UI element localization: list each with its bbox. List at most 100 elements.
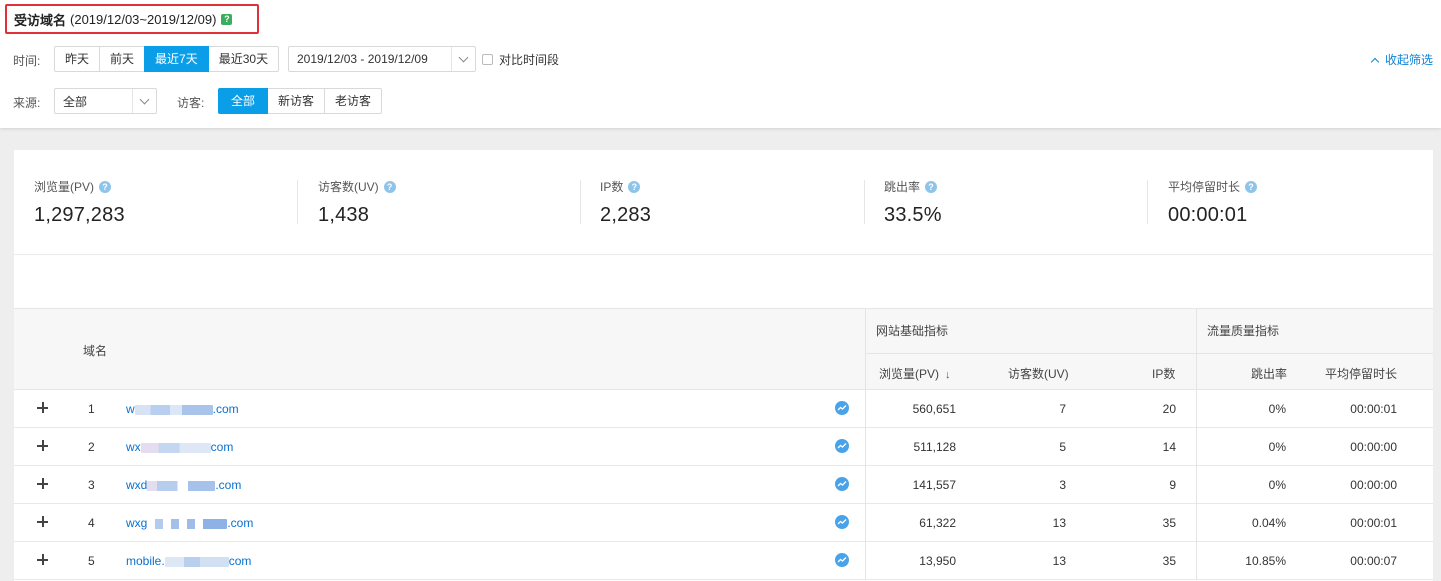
source-value: 全部 <box>63 94 88 109</box>
domain-link[interactable]: wx com <box>126 428 233 466</box>
ip-value: 20 <box>1162 402 1176 416</box>
help-icon[interactable]: ? <box>383 180 396 193</box>
source-label: 来源: <box>13 96 41 110</box>
ip-value: 14 <box>1162 440 1176 454</box>
kpi-bounce: 跳出率? 33.5% <box>884 178 942 228</box>
kpi-divider <box>1147 180 1148 224</box>
kpi-divider <box>580 180 581 224</box>
kpi-ip: IP数? 2,283 <box>600 178 651 228</box>
expand-icon[interactable] <box>37 402 48 413</box>
page-date-range: (2019/12/03~2019/12/09) <box>70 11 217 27</box>
col-domain: 域名 <box>83 344 108 358</box>
page-title-box: 受访域名 (2019/12/03~2019/12/09) ? <box>5 4 259 34</box>
expand-icon[interactable] <box>37 440 48 451</box>
table-row: 1 w .com 560,651 7 20 0% 00:00:01 <box>14 390 1433 428</box>
domain-link[interactable]: wxg .com <box>126 504 253 542</box>
date-range-picker[interactable]: 2019/12/03 - 2019/12/09 <box>288 46 476 72</box>
pv-value: 560,651 <box>912 402 956 416</box>
table-row: 4 wxg .com 61,322 13 35 0.04% 00:00:01 <box>14 504 1433 542</box>
trend-chart-icon[interactable] <box>835 477 849 491</box>
kpi-avg-time-value: 00:00:01 <box>1168 204 1248 226</box>
expand-icon[interactable] <box>37 516 48 527</box>
filter-panel: 受访域名 (2019/12/03~2019/12/09) ? 时间: 昨天 前天… <box>0 0 1441 128</box>
uv-value: 13 <box>1052 516 1066 530</box>
time-label: 时间: <box>13 54 41 68</box>
sort-desc-icon[interactable]: ↓ <box>945 369 951 381</box>
visitor-label: 访客: <box>177 96 205 110</box>
kpi-avg-time: 平均停留时长? 00:00:01 <box>1168 178 1258 228</box>
visitor-returning-button[interactable]: 老访客 <box>324 88 383 114</box>
bounce-value: 10.85% <box>1245 554 1286 568</box>
pv-value: 61,322 <box>919 516 956 530</box>
bounce-value: 0.04% <box>1251 516 1286 530</box>
col-uv[interactable]: 访客数(UV) <box>1008 365 1069 382</box>
pv-value: 13,950 <box>919 554 956 568</box>
uv-value: 3 <box>1059 478 1066 492</box>
kpi-divider <box>864 180 865 224</box>
trend-chart-icon[interactable] <box>835 439 849 453</box>
expand-icon[interactable] <box>37 554 48 565</box>
help-icon[interactable]: ? <box>1245 180 1258 193</box>
visitor-all-button[interactable]: 全部 <box>218 88 269 114</box>
group-basic-metrics: 网站基础指标 <box>876 324 949 338</box>
time-range-selector: 昨天 前天 最近7天 最近30天 <box>54 46 280 72</box>
time-day-before-button[interactable]: 前天 <box>99 46 146 72</box>
ip-value: 35 <box>1162 554 1176 568</box>
domain-table: 域名 网站基础指标 流量质量指标 浏览量(PV) ↓ 访客数(UV) IP数 跳出… <box>14 308 1433 580</box>
uv-value: 13 <box>1052 554 1066 568</box>
uv-value: 7 <box>1059 402 1066 416</box>
expand-icon[interactable] <box>37 478 48 489</box>
domain-link[interactable]: mobile. com <box>126 542 251 580</box>
visitor-type-selector: 全部 新访客 老访客 <box>218 88 383 114</box>
page-title: 受访域名 <box>14 12 67 28</box>
col-pv-label: 浏览量(PV) <box>879 367 940 381</box>
col-ip[interactable]: IP数 <box>1152 365 1175 382</box>
chevron-down-icon <box>451 47 475 71</box>
avg-time-value: 00:00:00 <box>1350 478 1397 492</box>
avg-time-value: 00:00:07 <box>1350 554 1397 568</box>
trend-chart-icon[interactable] <box>835 553 849 567</box>
date-range-value: 2019/12/03 - 2019/12/09 <box>297 52 428 66</box>
kpi-avg-time-label: 平均停留时长 <box>1168 180 1241 194</box>
trend-chart-icon[interactable] <box>835 515 849 529</box>
help-icon[interactable]: ? <box>925 180 938 193</box>
row-index: 1 <box>88 402 95 416</box>
col-avg-time[interactable]: 平均停留时长 <box>1325 365 1397 382</box>
kpi-bounce-label: 跳出率 <box>884 180 921 194</box>
row-index: 2 <box>88 440 95 454</box>
kpi-pv: 浏览量(PV)? 1,297,283 <box>34 178 125 228</box>
chevron-down-icon <box>132 89 156 113</box>
trend-chart-icon[interactable] <box>835 401 849 415</box>
collapse-filter-link[interactable]: 收起筛选 <box>1370 51 1433 68</box>
table-row: 2 wx com 511,128 5 14 0% 00:00:00 <box>14 428 1433 466</box>
avg-time-value: 00:00:01 <box>1350 402 1397 416</box>
collapse-filter-label: 收起筛选 <box>1384 53 1433 67</box>
ip-value: 9 <box>1169 478 1176 492</box>
visitor-new-button[interactable]: 新访客 <box>267 88 326 114</box>
time-last-7-days-button[interactable]: 最近7天 <box>144 46 209 72</box>
col-bounce[interactable]: 跳出率 <box>1251 365 1287 382</box>
domain-link[interactable]: wxd .com <box>126 466 241 504</box>
compare-label: 对比时间段 <box>499 53 560 67</box>
ip-value: 35 <box>1162 516 1176 530</box>
compare-checkbox[interactable] <box>482 54 493 65</box>
table-row: 3 wxd .com 141,557 3 9 0% 00:00:00 <box>14 466 1433 504</box>
col-pv[interactable]: 浏览量(PV) ↓ <box>879 365 951 382</box>
bounce-value: 0% <box>1268 440 1286 454</box>
time-yesterday-button[interactable]: 昨天 <box>54 46 101 72</box>
kpi-uv-label: 访客数(UV) <box>318 180 379 194</box>
time-last-30-days-button[interactable]: 最近30天 <box>207 46 280 72</box>
help-icon[interactable]: ? <box>628 180 641 193</box>
domain-link[interactable]: w .com <box>126 390 239 428</box>
kpi-ip-label: IP数 <box>600 180 624 194</box>
row-index: 5 <box>88 554 95 568</box>
bounce-value: 0% <box>1268 478 1286 492</box>
group-quality-metrics: 流量质量指标 <box>1207 324 1280 338</box>
help-icon[interactable]: ? <box>221 13 233 25</box>
help-icon[interactable]: ? <box>99 180 112 193</box>
chevron-up-icon <box>1370 57 1380 66</box>
report-card: 浏览量(PV)? 1,297,283 访客数(UV)? 1,438 IP数? 2… <box>14 150 1433 581</box>
kpi-pv-label: 浏览量(PV) <box>34 180 95 194</box>
source-select[interactable]: 全部 <box>54 88 157 114</box>
bounce-value: 0% <box>1268 402 1286 416</box>
